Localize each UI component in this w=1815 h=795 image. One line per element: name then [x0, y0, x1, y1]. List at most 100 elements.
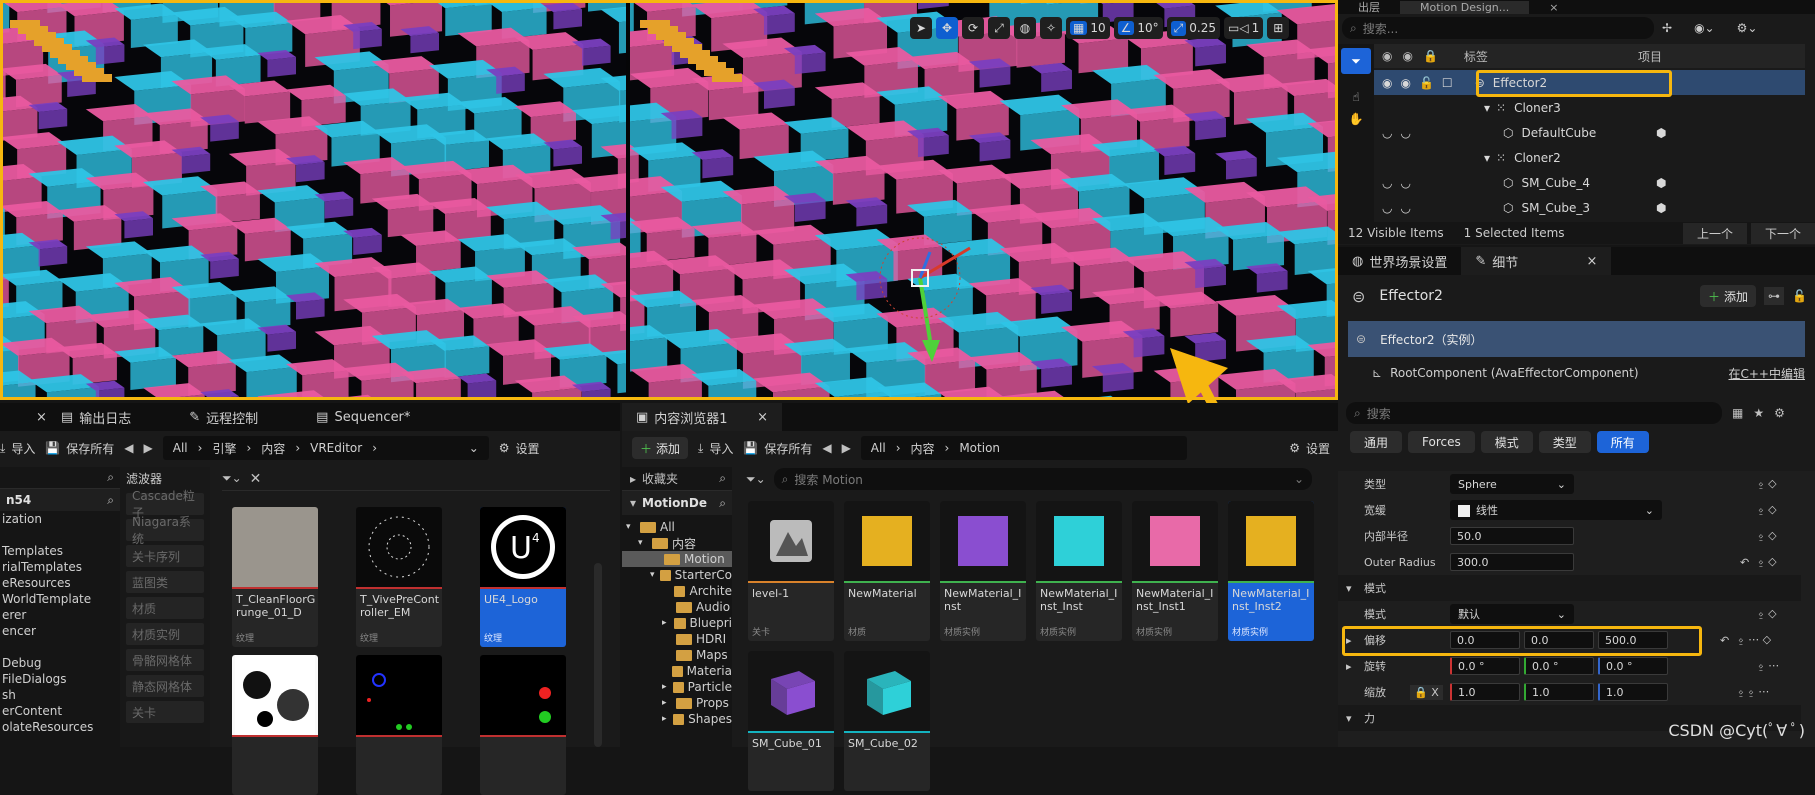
tree-item[interactable]: rialTemplates [0, 559, 120, 575]
expand-arrow-icon[interactable] [662, 666, 668, 676]
mode-dropdown[interactable]: 默认⌄ [1450, 604, 1574, 624]
search-icon[interactable]: ⌕ [107, 493, 114, 508]
column-label[interactable]: 标签 [1464, 48, 1488, 65]
scale-y-input[interactable]: 1.0 [1524, 683, 1594, 701]
tree-item[interactable]: Templates [0, 543, 120, 559]
expand-arrow-icon[interactable]: ▾ [1484, 151, 1490, 165]
edit-cpp-link[interactable]: 在C++中编辑 [1729, 365, 1806, 382]
eye-closed-icon[interactable]: ◡ [1400, 126, 1410, 140]
unlock-icon[interactable]: 🔓 [1419, 76, 1434, 90]
keyframe-icon[interactable]: ⍚ ◇ [1758, 477, 1777, 491]
tree-item[interactable]: sh [0, 687, 120, 703]
content-tree-item[interactable]: ▾内容 [622, 535, 732, 551]
world-space-icon[interactable]: ◍ [1014, 17, 1036, 39]
root-component-row[interactable]: ⊾ RootComponent (AvaEffectorComponent) 在… [1348, 361, 1805, 385]
add-button[interactable]: ＋添加 [632, 437, 688, 459]
asset-tile[interactable]: T_VivePreController_EM纹理 [356, 507, 442, 647]
expand-arrow-icon[interactable] [662, 586, 670, 596]
translate-mode-icon[interactable]: ✥ [936, 17, 958, 39]
tree-root-label[interactable]: n54 [6, 493, 31, 507]
asset-tile[interactable] [356, 655, 442, 795]
pointer-icon[interactable]: ☝ [1338, 90, 1374, 104]
offset-y-input[interactable]: 0.0 [1524, 631, 1594, 649]
keyframe-icon[interactable]: ⍚ ◇ [1758, 607, 1777, 621]
close-tab-icon[interactable]: × [1586, 254, 1597, 269]
close-tab-icon[interactable]: × [36, 410, 47, 425]
close-tab-icon[interactable]: × [757, 410, 768, 425]
history-back-icon[interactable]: ◀ [822, 441, 831, 455]
outliner-row-sm-cube-3[interactable]: ◡◡ ⬡SM_Cube_3 ⬢ [1374, 195, 1805, 220]
content-tree-item[interactable]: Audio [622, 599, 732, 615]
expand-arrow-icon[interactable] [662, 650, 672, 660]
grid-snap-button[interactable]: ▦10 [1066, 17, 1110, 39]
easing-dropdown[interactable]: 线性⌄ [1450, 500, 1662, 520]
outer-radius-input[interactable]: 300.0 [1450, 553, 1574, 571]
tree-item[interactable] [0, 639, 120, 655]
eye-closed-icon[interactable]: ◡ [1382, 176, 1392, 190]
eye-closed-icon[interactable]: ◡ [1400, 176, 1410, 190]
save-all-button[interactable]: 💾保存所有 [45, 440, 114, 457]
details-search[interactable]: ⌕搜索 [1346, 402, 1722, 424]
filter-forces[interactable]: Forces [1408, 431, 1475, 453]
tab-content-browser[interactable]: ▣内容浏览器1× [622, 403, 782, 431]
content-tree-item[interactable]: HDRI [622, 631, 732, 647]
settings-gear-icon[interactable]: ⚙⌄ [1737, 21, 1758, 35]
favorites-label[interactable]: 收藏夹 [642, 470, 678, 487]
level-viewport[interactable]: ➤ ✥ ⟳ ⤢ ◍ ✧ ▦10 ∠10° ⤢0.25 ▭◁1 ⊞ [0, 0, 1338, 400]
keyframe-icon[interactable]: ⍚ ⋯ [1758, 659, 1779, 673]
content-tree-item[interactable]: ▾All [622, 519, 732, 535]
expand-arrow-icon[interactable]: ▸ [662, 618, 670, 628]
content-tree-item[interactable]: ▸Particle [622, 679, 732, 695]
blueprint-icon[interactable]: ⊶ [1764, 287, 1784, 305]
settings-button[interactable]: ⚙设置 [499, 440, 540, 457]
tab-details[interactable]: ✎细节× [1461, 247, 1611, 275]
expand-arrow-icon[interactable]: ▾ [626, 522, 636, 532]
tab-sequencer[interactable]: ▤Sequencer* [302, 403, 424, 431]
asset-tile[interactable]: NewMaterial_Inst_Inst材质实例 [1036, 501, 1122, 641]
history-forward-icon[interactable]: ▶ [144, 441, 153, 455]
tab-remote-control[interactable]: ✎远程控制 [175, 403, 272, 431]
filter-item[interactable]: 材质 [126, 597, 204, 619]
lock-icon[interactable]: 🔒 X [1410, 685, 1443, 700]
tree-item[interactable]: eResources [0, 575, 120, 591]
settings-gear-icon[interactable]: ⚙ [1774, 406, 1785, 420]
outliner-row-effector2[interactable]: ◉◉🔓☐ ⊜ Effector2 [1374, 70, 1805, 95]
next-button[interactable]: 下一个 [1751, 223, 1815, 244]
path-segment[interactable]: Motion [959, 441, 1000, 455]
tab-motion-design[interactable]: Motion Design... [1400, 1, 1529, 14]
tree-item[interactable]: WorldTemplate [0, 591, 120, 607]
eye-closed-icon[interactable]: ◡ [1400, 201, 1410, 215]
keyframe-icon[interactable]: ⍚ ◇ [1758, 529, 1777, 543]
offset-z-input[interactable]: 500.0 [1598, 631, 1668, 649]
star-icon[interactable]: ★ [1753, 406, 1764, 420]
eye-closed-icon[interactable]: ◡ [1382, 201, 1392, 215]
expand-arrow-icon[interactable]: ▾ [638, 538, 648, 548]
angle-snap-button[interactable]: ∠10° [1114, 17, 1163, 39]
content-tree-item[interactable]: Motion [622, 551, 732, 567]
actor-name[interactable]: Effector2 [1379, 288, 1443, 304]
chevron-down-icon[interactable]: ⌄ [469, 441, 479, 455]
tab-outliner[interactable]: 出层 [1358, 0, 1380, 15]
content-tree-item[interactable]: Materia [622, 663, 732, 679]
asset-tile[interactable]: level-1关卡 [748, 501, 834, 641]
surface-snap-icon[interactable]: ✧ [1040, 17, 1062, 39]
filter-icon[interactable]: ⏷⌄ [746, 472, 766, 487]
filter-icon[interactable]: ⏷ [1341, 48, 1371, 74]
content-tree-item[interactable]: ▸Bluepri [622, 615, 732, 631]
expand-arrow-icon[interactable]: ▸ [1346, 634, 1352, 647]
rotate-z-input[interactable]: 0.0 ° [1598, 657, 1668, 675]
expand-arrow-icon[interactable]: ▸ [662, 714, 669, 724]
asset-scrollbar[interactable] [594, 563, 602, 747]
reset-icon[interactable]: ↶ [1740, 556, 1749, 569]
asset-tile[interactable]: NewMaterial_Inst_Inst2材质实例 [1228, 501, 1314, 641]
tree-item[interactable]: olateResources [0, 719, 120, 735]
keyframe-icon[interactable]: ⍚ ⋯ ◇ [1738, 633, 1771, 647]
tree-item[interactable]: ization [0, 511, 120, 527]
history-forward-icon[interactable]: ▶ [842, 441, 851, 455]
filter-item[interactable]: 骨骼网格体 [126, 649, 204, 671]
close-tab-icon[interactable]: × [1549, 1, 1558, 14]
type-dropdown[interactable]: Sphere⌄ [1450, 474, 1574, 494]
tab-output-log[interactable]: ▤输出日志 [47, 403, 145, 431]
layout-icon[interactable]: ⊞ [1267, 17, 1289, 39]
expand-arrow-icon[interactable]: ▾ [650, 570, 656, 580]
